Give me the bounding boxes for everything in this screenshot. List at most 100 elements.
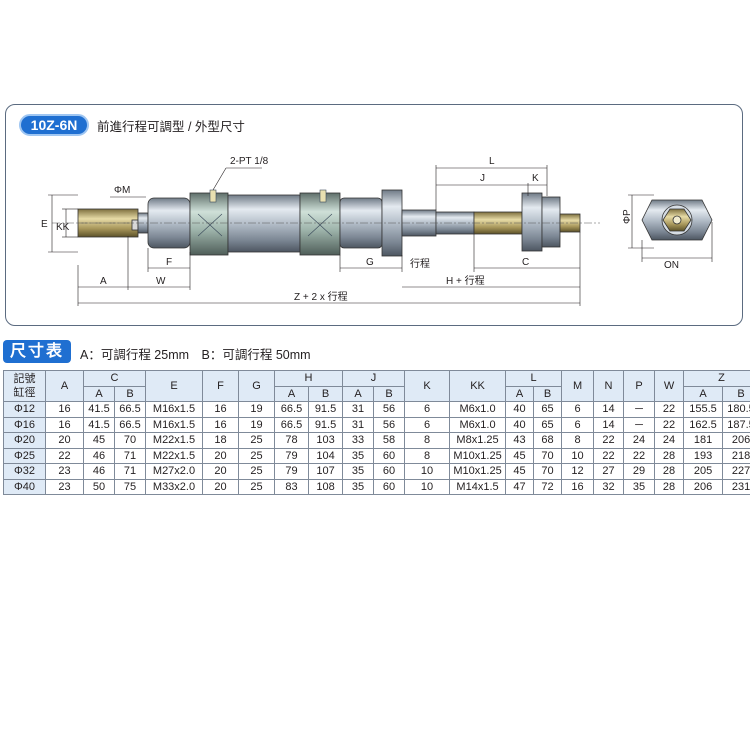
table-cell: 19 xyxy=(238,416,276,433)
table-cell: 6 xyxy=(404,401,451,418)
table-row: Φ25 22 46 71 M22x1.5 20 25 79 104 35 60 8 M10x1.25 45… xyxy=(3,447,750,464)
sub-c-a: A xyxy=(83,385,115,402)
label-c: C xyxy=(522,257,529,268)
header-w: W xyxy=(654,370,685,402)
table-cell: 47 xyxy=(505,478,535,495)
label-w: W xyxy=(156,276,166,287)
table-cell: 56 xyxy=(373,401,406,418)
table-cell: M6x1.0 xyxy=(449,416,507,433)
header-kk: KK xyxy=(449,370,507,402)
table-cell: 78 xyxy=(274,432,310,449)
table-cell: 27 xyxy=(593,463,625,480)
table-cell: 58 xyxy=(373,432,406,449)
table-header-row: 記號 缸徑 A C E F G H J K KK L M N P W Z xyxy=(3,370,750,402)
table-cell: 180.5 xyxy=(722,401,750,418)
table-cell: 218 xyxy=(722,447,750,464)
label-g: G xyxy=(366,257,374,268)
size-table-badge: 尺寸表 xyxy=(3,340,71,363)
table-cell: 56 xyxy=(373,416,406,433)
table-cell: ─ xyxy=(623,416,656,433)
sub-z-b: B xyxy=(722,385,750,402)
table-cell: 18 xyxy=(202,432,240,449)
table-body: Φ12 16 41.5 66.5 M16x1.5 16 19 66.5 91.5 31 56 6 M6x… xyxy=(3,401,750,495)
table-cell: 8 xyxy=(561,432,595,449)
table-cell: 29 xyxy=(623,463,656,480)
table-cell: 40 xyxy=(505,401,535,418)
table-cell: 20 xyxy=(202,447,240,464)
bore-cell: Φ40 xyxy=(3,478,46,495)
sub-j-b: B xyxy=(373,385,406,402)
label-phi-p: ΦP xyxy=(622,209,633,224)
table-cell: 45 xyxy=(505,447,535,464)
table-row: Φ32 23 46 71 M27x2.0 20 25 79 107 35 60 10 M10x1.25 4… xyxy=(3,463,750,480)
table-cell: 22 xyxy=(593,447,625,464)
table-row: Φ40 23 50 75 M33x2.0 20 25 83 108 35 60 10 M14x1.5 47… xyxy=(3,478,750,495)
table-cell: 65 xyxy=(533,401,563,418)
table-cell: 71 xyxy=(113,447,147,464)
sub-l-b: B xyxy=(533,385,563,402)
sub-j-a: A xyxy=(342,385,375,402)
table-cell: 22 xyxy=(593,432,625,449)
label-k: K xyxy=(532,173,539,184)
label-j: J xyxy=(480,173,485,184)
table-cell: 14 xyxy=(593,401,625,418)
table-cell: 75 xyxy=(113,478,147,495)
table-cell: 72 xyxy=(533,478,563,495)
table-cell: M10x1.25 xyxy=(449,463,507,480)
table-cell: 23 xyxy=(45,478,84,495)
table-cell: 19 xyxy=(238,401,276,418)
table-cell: 68 xyxy=(533,432,563,449)
table-cell: 227 xyxy=(722,463,750,480)
table-cell: 31 xyxy=(342,401,375,418)
sub-l-a: A xyxy=(505,385,535,402)
table-cell: 22 xyxy=(654,416,685,433)
table-cell: 25 xyxy=(238,478,276,495)
table-cell: 91.5 xyxy=(308,416,344,433)
header-m: M xyxy=(561,370,595,402)
label-kk: KK xyxy=(56,222,70,233)
table-cell: 43 xyxy=(505,432,535,449)
table-cell: 103 xyxy=(308,432,344,449)
table-cell: 60 xyxy=(373,478,406,495)
bore-cell: Φ20 xyxy=(3,432,46,449)
label-a: A xyxy=(100,276,107,287)
table-cell: 8 xyxy=(404,447,451,464)
table-cell: 60 xyxy=(373,463,406,480)
bore-cell: Φ25 xyxy=(3,447,46,464)
table-cell: 24 xyxy=(623,432,656,449)
table-cell: 35 xyxy=(342,447,375,464)
header-c: C xyxy=(82,370,147,387)
table-cell: 28 xyxy=(654,447,685,464)
table-cell: 8 xyxy=(404,432,451,449)
table-row: Φ12 16 41.5 66.5 M16x1.5 16 19 66.5 91.5 31 56 6 M6x… xyxy=(3,401,750,418)
label-e: E xyxy=(41,219,48,230)
table-cell: 33 xyxy=(342,432,375,449)
header-j: J xyxy=(342,370,406,387)
table-cell: 66.5 xyxy=(274,416,310,433)
table-cell: 25 xyxy=(238,463,276,480)
table-cell: 6 xyxy=(561,401,595,418)
sub-h-b: B xyxy=(308,385,344,402)
table-cell: 205 xyxy=(683,463,724,480)
table-cell: 35 xyxy=(342,478,375,495)
table-cell: 23 xyxy=(45,463,84,480)
sub-c-b: B xyxy=(113,385,147,402)
table-cell: M10x1.25 xyxy=(449,447,507,464)
table-cell: 70 xyxy=(113,432,147,449)
table-cell: 6 xyxy=(561,416,595,433)
table-cell: 79 xyxy=(274,463,310,480)
table-cell: 91.5 xyxy=(308,401,344,418)
label-z-stroke: Z + 2 x 行程 xyxy=(294,290,348,303)
header-f: F xyxy=(202,370,240,402)
table-cell: 41.5 xyxy=(83,401,115,418)
header-k: K xyxy=(404,370,451,402)
table-cell: 16 xyxy=(45,416,84,433)
label-phi-m: ΦM xyxy=(114,185,130,196)
label-n: ON xyxy=(664,260,679,271)
table-cell: 31 xyxy=(342,416,375,433)
header-p: P xyxy=(623,370,656,402)
header-z: Z xyxy=(683,370,750,387)
dimension-table: 記號 缸徑 A C E F G H J K KK L M N P W Z A B… xyxy=(3,370,750,495)
table-cell: 193 xyxy=(683,447,724,464)
label-port: 2-PT 1/8 xyxy=(230,156,269,167)
